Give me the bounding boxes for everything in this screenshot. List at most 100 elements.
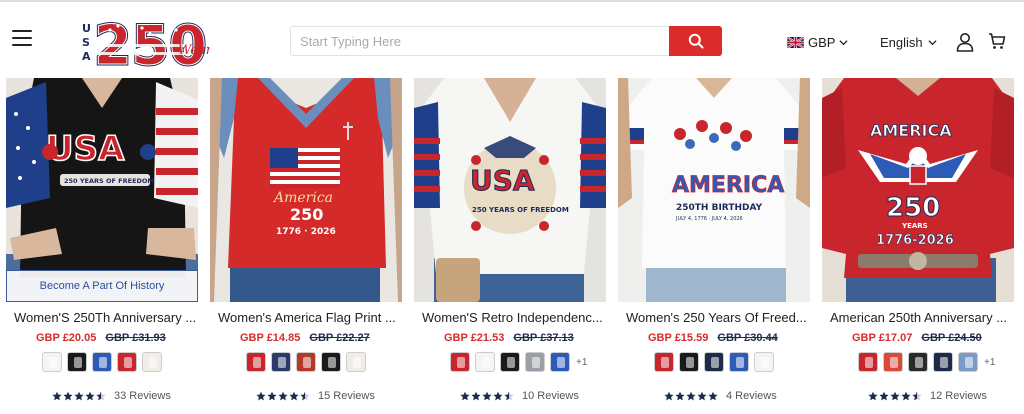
more-colors-count[interactable]: +1 bbox=[576, 357, 587, 368]
product-title[interactable]: American 250th Anniversary ... bbox=[830, 310, 1014, 325]
product-title[interactable]: Women'S 250Th Anniversary ... bbox=[14, 310, 198, 325]
product-image[interactable]: America 250 1776 · 2026 bbox=[210, 78, 402, 302]
product-image[interactable]: USA 250 YEARS OF FREEDOM bbox=[6, 78, 198, 302]
rating: 15 Reviews bbox=[256, 390, 375, 402]
color-swatch[interactable] bbox=[525, 352, 545, 372]
star-icon bbox=[52, 391, 62, 401]
color-swatch[interactable] bbox=[500, 352, 520, 372]
svg-text:1776-2026: 1776-2026 bbox=[876, 233, 954, 248]
product-image[interactable]: AMERICA 250TH BIRTHDAY JULY 4, 1776 · JU… bbox=[618, 78, 810, 302]
rating: 12 Reviews bbox=[868, 390, 987, 402]
cart-icon[interactable] bbox=[988, 32, 1006, 50]
color-swatch[interactable] bbox=[475, 352, 495, 372]
more-colors-count[interactable]: +1 bbox=[984, 357, 995, 368]
color-swatch[interactable] bbox=[958, 352, 978, 372]
site-logo[interactable]: U S A 250 250 Wear bbox=[80, 10, 213, 79]
search-button[interactable] bbox=[669, 26, 722, 56]
star-icon bbox=[278, 391, 288, 401]
color-swatch[interactable] bbox=[296, 352, 316, 372]
rating: 33 Reviews bbox=[52, 390, 171, 402]
star-rating bbox=[52, 391, 106, 401]
color-swatch[interactable] bbox=[704, 352, 724, 372]
language-selector[interactable]: English bbox=[880, 33, 937, 51]
star-icon bbox=[482, 391, 492, 401]
search-input[interactable] bbox=[290, 26, 670, 56]
product-card[interactable]: USA 250 YEARS OF FREEDOM Women'S Retro I… bbox=[414, 78, 606, 414]
original-price: GBP £31.93 bbox=[105, 332, 166, 344]
sale-price: GBP £17.07 bbox=[852, 332, 913, 344]
color-swatch[interactable] bbox=[883, 352, 903, 372]
color-swatch[interactable] bbox=[550, 352, 570, 372]
product-price: GBP £14.85 GBP £22.27 bbox=[240, 332, 370, 344]
star-icon bbox=[686, 391, 696, 401]
product-image[interactable]: USA 250 YEARS OF FREEDOM bbox=[414, 78, 606, 302]
product-title[interactable]: Women's America Flag Print ... bbox=[218, 310, 402, 325]
color-swatches bbox=[654, 352, 774, 372]
review-count[interactable]: 33 Reviews bbox=[114, 390, 171, 402]
star-icon bbox=[708, 391, 718, 401]
currency-selector[interactable]: GBP bbox=[787, 33, 849, 51]
color-swatch[interactable] bbox=[67, 352, 87, 372]
product-card[interactable]: USA 250 YEARS OF FREEDOM Become A Part O… bbox=[6, 78, 198, 414]
chevron-down-icon bbox=[839, 39, 849, 45]
search-icon bbox=[688, 33, 703, 49]
product-price: GBP £15.59 GBP £30.44 bbox=[648, 332, 778, 344]
color-swatch[interactable] bbox=[321, 352, 341, 372]
svg-text:Wear: Wear bbox=[178, 43, 210, 58]
svg-text:250 YEARS OF FREEDOM: 250 YEARS OF FREEDOM bbox=[64, 177, 154, 185]
color-swatch[interactable] bbox=[908, 352, 928, 372]
color-swatch[interactable] bbox=[42, 352, 62, 372]
svg-text:U: U bbox=[82, 22, 91, 35]
star-rating bbox=[460, 391, 514, 401]
color-swatch[interactable] bbox=[450, 352, 470, 372]
review-count[interactable]: 15 Reviews bbox=[318, 390, 375, 402]
star-icon bbox=[85, 391, 95, 401]
svg-text:A: A bbox=[82, 50, 91, 63]
star-icon bbox=[879, 391, 889, 401]
product-image[interactable]: AMERICA 250 YEARS 1776-2026 bbox=[822, 78, 1014, 302]
star-icon bbox=[300, 391, 310, 401]
svg-text:S: S bbox=[82, 36, 90, 49]
star-icon bbox=[675, 391, 685, 401]
color-swatches: +1 bbox=[450, 352, 587, 372]
star-icon bbox=[74, 391, 84, 401]
review-count[interactable]: 10 Reviews bbox=[522, 390, 579, 402]
sale-price: GBP £21.53 bbox=[444, 332, 505, 344]
svg-text:250: 250 bbox=[886, 193, 940, 223]
product-title[interactable]: Women's 250 Years Of Freed... bbox=[626, 310, 810, 325]
product-card[interactable]: AMERICA 250 YEARS 1776-2026 American 250… bbox=[822, 78, 1014, 414]
review-count[interactable]: 4 Reviews bbox=[726, 390, 777, 402]
svg-text:250: 250 bbox=[290, 205, 323, 224]
review-count[interactable]: 12 Reviews bbox=[930, 390, 987, 402]
color-swatch[interactable] bbox=[754, 352, 774, 372]
product-grid: USA 250 YEARS OF FREEDOM Become A Part O… bbox=[0, 78, 1024, 414]
language-label: English bbox=[880, 34, 923, 50]
color-swatch[interactable] bbox=[92, 352, 112, 372]
history-banner[interactable]: Become A Part Of History bbox=[6, 270, 198, 302]
product-price: GBP £20.05 GBP £31.93 bbox=[36, 332, 166, 344]
color-swatch[interactable] bbox=[246, 352, 266, 372]
chevron-down-icon bbox=[928, 39, 937, 45]
color-swatch[interactable] bbox=[117, 352, 137, 372]
product-title[interactable]: Women'S Retro Independenc... bbox=[422, 310, 606, 325]
star-icon bbox=[63, 391, 73, 401]
menu-icon[interactable] bbox=[12, 30, 32, 46]
color-swatch[interactable] bbox=[933, 352, 953, 372]
color-swatch[interactable] bbox=[729, 352, 749, 372]
product-card[interactable]: AMERICA 250TH BIRTHDAY JULY 4, 1776 · JU… bbox=[618, 78, 810, 414]
svg-text:USA: USA bbox=[46, 129, 125, 169]
color-swatch[interactable] bbox=[142, 352, 162, 372]
color-swatch[interactable] bbox=[679, 352, 699, 372]
original-price: GBP £37.13 bbox=[513, 332, 574, 344]
star-icon bbox=[267, 391, 277, 401]
color-swatches bbox=[246, 352, 366, 372]
color-swatch[interactable] bbox=[346, 352, 366, 372]
user-icon[interactable] bbox=[956, 32, 974, 52]
original-price: GBP £24.50 bbox=[921, 332, 982, 344]
color-swatch[interactable] bbox=[271, 352, 291, 372]
product-card[interactable]: America 250 1776 · 2026 Women's America … bbox=[210, 78, 402, 414]
star-rating bbox=[868, 391, 922, 401]
color-swatch[interactable] bbox=[858, 352, 878, 372]
color-swatch[interactable] bbox=[654, 352, 674, 372]
rating: 4 Reviews bbox=[664, 390, 777, 402]
